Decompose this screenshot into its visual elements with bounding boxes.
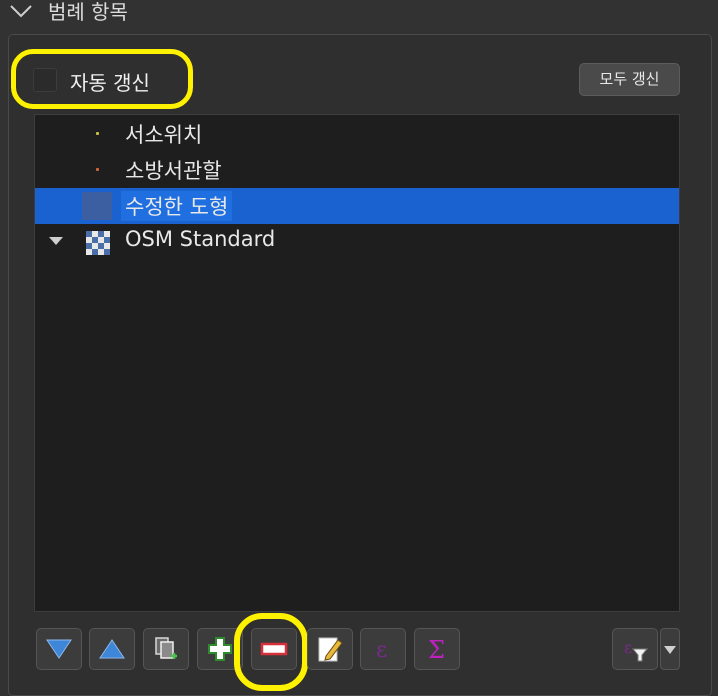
legend-item-firestation-area[interactable]: 소방서관할 — [35, 152, 679, 188]
move-down-icon — [46, 639, 72, 659]
expand-arrow-icon[interactable] — [49, 237, 63, 245]
add-item-icon — [208, 637, 232, 661]
svg-text:Σ: Σ — [428, 636, 445, 663]
legend-item-label: OSM Standard — [125, 227, 276, 251]
highlight-auto-update — [11, 49, 193, 109]
legend-item-osm-standard[interactable]: OSM Standard — [35, 224, 679, 260]
fill-symbol-icon — [82, 192, 112, 220]
add-group-icon — [155, 637, 177, 659]
legend-item-label: 수정한 도형 — [121, 191, 233, 221]
refresh-all-button[interactable]: 모두 갱신 — [579, 63, 680, 96]
move-up-icon — [99, 639, 125, 659]
move-down-button[interactable] — [36, 628, 82, 670]
legend-item-label: 서소위치 — [125, 123, 203, 147]
filter-button[interactable]: ε — [612, 628, 658, 670]
chevron-down-icon — [664, 646, 676, 654]
svg-text:ε: ε — [376, 638, 387, 663]
add-group-button[interactable] — [143, 628, 189, 670]
point-symbol-icon — [96, 132, 99, 135]
sum-icon: Σ — [428, 636, 445, 663]
legend-item-seosowichi[interactable]: 서소위치 — [35, 116, 679, 152]
svg-text:ε: ε — [624, 638, 632, 657]
point-symbol-icon — [96, 168, 99, 171]
legend-tree[interactable]: 서소위치 소방서관할 수정한 도형 OSM Standard — [34, 114, 680, 612]
collapse-triangle-icon[interactable] — [9, 4, 33, 18]
move-up-button[interactable] — [89, 628, 135, 670]
panel-title: 범례 항목 — [48, 0, 128, 24]
filter-dropdown-button[interactable] — [660, 628, 680, 670]
raster-layer-icon — [86, 231, 110, 255]
highlight-remove-button — [234, 613, 308, 691]
sum-button[interactable]: Σ — [414, 628, 460, 670]
expression-button[interactable]: ε — [360, 628, 406, 670]
edit-item-icon — [318, 637, 343, 662]
edit-item-button[interactable] — [307, 628, 353, 670]
expression-icon: ε — [376, 638, 387, 663]
panel-header[interactable]: 범례 항목 — [0, 0, 718, 26]
legend-item-edited-shape[interactable]: 수정한 도형 — [35, 188, 679, 224]
filter-icon: ε — [624, 638, 649, 662]
legend-item-label: 소방서관할 — [125, 159, 222, 183]
